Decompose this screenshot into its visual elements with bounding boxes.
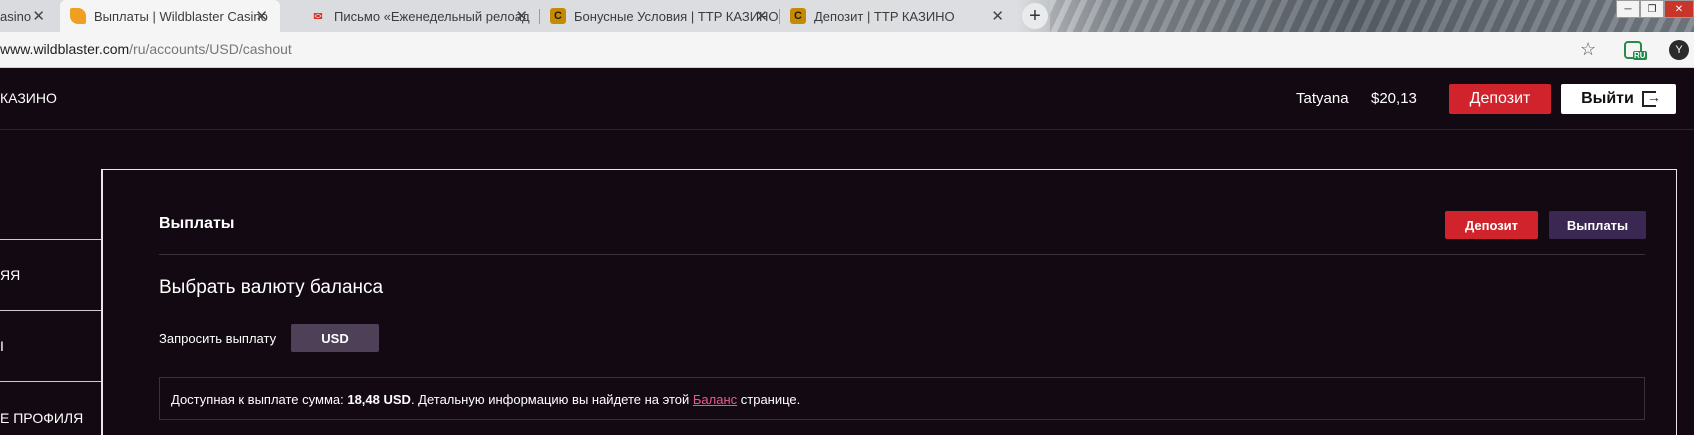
divider <box>159 254 1645 255</box>
logout-label: Выйти <box>1581 90 1634 107</box>
available-amount-info: Доступная к выплате сумма: 18,48 USD. Де… <box>159 377 1645 420</box>
sidebar-item-profile[interactable]: Е ПРОФИЛЯ <box>0 382 101 435</box>
tab-close-icon[interactable]: ✕ <box>32 7 45 25</box>
window-controls: ─ ❐ ✕ <box>1616 0 1694 18</box>
profile-avatar[interactable]: Y <box>1669 40 1689 60</box>
section-title: Выбрать валюту баланса <box>159 277 384 298</box>
tab-title: asino <box>0 8 32 24</box>
address-bar: www.wildblaster.com/ru/accounts/USD/cash… <box>0 32 1694 68</box>
account-sidebar: ЯЯ Ι Е ПРОФИЛЯ <box>0 169 103 435</box>
tab-title: Письмо «Еженедельный релоад <box>334 8 530 24</box>
page-title: Выплаты <box>159 215 235 232</box>
sidebar-item-3[interactable]: Ι <box>0 311 101 382</box>
ttp-icon: C <box>550 8 566 24</box>
info-prefix: Доступная к выплате сумма: <box>171 392 348 407</box>
logout-icon <box>1641 89 1661 107</box>
fire-icon <box>70 8 86 24</box>
brand-logo[interactable]: КАЗИНО <box>0 90 57 106</box>
new-tab-button[interactable]: + <box>1022 3 1048 29</box>
sidebar-item-label: Е ПРОФИЛЯ <box>0 409 84 426</box>
balance-display: $20,13 <box>1371 90 1417 107</box>
extension-badge: RU <box>1633 51 1647 60</box>
currency-usd-button[interactable]: USD <box>291 324 379 352</box>
tab-ttp-bonus[interactable]: C Бонусные Условия | TTP КАЗИНО ✕ <box>540 0 780 32</box>
deposit-button[interactable]: Депозит <box>1445 211 1538 239</box>
tab-wildblaster-payouts[interactable]: Выплаты | Wildblaster Casino ✕ <box>60 0 280 32</box>
balance-link[interactable]: Баланс <box>693 392 737 407</box>
gmail-icon: ✉ <box>313 10 323 23</box>
sidebar-item-label: Ι <box>0 338 4 354</box>
request-payout-label: Запросить выплату <box>159 331 277 346</box>
sidebar-item-2[interactable]: ЯЯ <box>0 240 101 311</box>
restore-icon[interactable]: ❐ <box>1640 0 1664 18</box>
url-path: /ru/accounts/USD/cashout <box>129 41 292 57</box>
available-amount: 18,48 USD <box>347 392 411 407</box>
logout-button[interactable]: Выйти <box>1561 84 1676 114</box>
tab-close-icon[interactable]: ✕ <box>991 7 1004 25</box>
tab-gmail[interactable]: ✉ Письмо «Еженедельный релоад ✕ <box>300 0 540 32</box>
site-header: КАЗИНО Tatyana $20,13 Депозит Выйти <box>0 68 1694 130</box>
sidebar-item-label: ЯЯ <box>0 267 21 283</box>
sidebar-item-1[interactable] <box>0 169 101 240</box>
info-middle: . Детальную информацию вы найдете на это… <box>410 392 693 407</box>
username[interactable]: Tatyana <box>1296 90 1349 107</box>
tab-title: Выплаты | Wildblaster Casino <box>94 8 268 24</box>
tab-ttp-deposit[interactable]: C Депозит | TTP КАЗИНО ✕ <box>780 0 1016 32</box>
payouts-button[interactable]: Выплаты <box>1549 211 1646 239</box>
close-window-icon[interactable]: ✕ <box>1664 0 1694 18</box>
tab-casino[interactable]: asino ✕ <box>0 0 57 32</box>
minimize-icon[interactable]: ─ <box>1616 0 1640 18</box>
header-deposit-button[interactable]: Депозит <box>1449 84 1551 114</box>
info-suffix: странице. <box>737 392 801 407</box>
browser-tabstrip: asino ✕ Выплаты | Wildblaster Casino ✕ ✉… <box>0 0 1694 32</box>
bookmark-star-icon[interactable]: ☆ <box>1580 39 1596 60</box>
url-host: www.wildblaster.com <box>0 41 130 57</box>
window-background <box>1050 0 1694 32</box>
tab-title: Бонусные Условия | TTP КАЗИНО <box>574 8 779 24</box>
ttp-icon: C <box>790 8 806 24</box>
url-field[interactable]: www.wildblaster.com/ru/accounts/USD/cash… <box>0 41 292 57</box>
tab-close-icon[interactable]: ✕ <box>515 7 528 25</box>
tab-close-icon[interactable]: ✕ <box>755 7 768 25</box>
tab-close-icon[interactable]: ✕ <box>255 7 268 25</box>
translate-extension-icon[interactable]: RU <box>1624 41 1647 60</box>
tab-title: Депозит | TTP КАЗИНО <box>814 8 955 24</box>
